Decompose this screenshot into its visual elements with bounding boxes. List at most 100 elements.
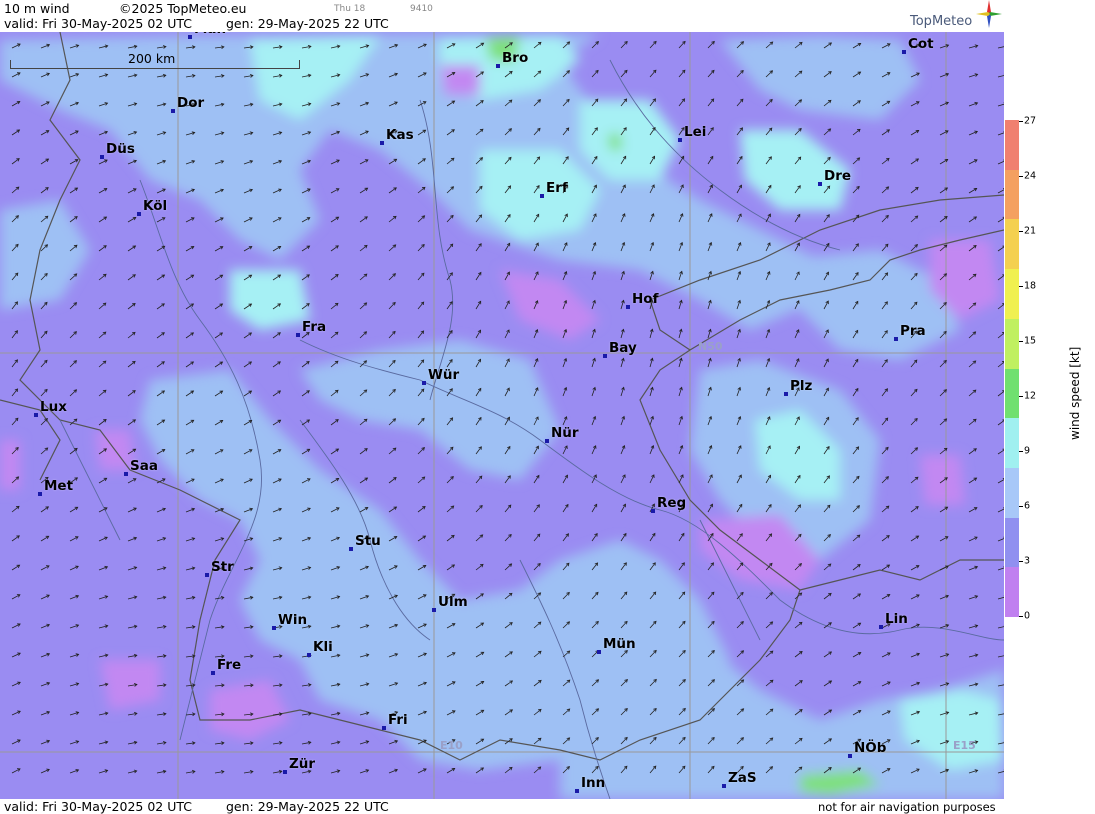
city-label[interactable]: Met xyxy=(44,478,73,494)
code-tag: 9410 xyxy=(410,4,433,14)
city-label[interactable]: ZaS xyxy=(728,770,757,786)
city-label[interactable]: Inn xyxy=(581,775,605,791)
city-dot xyxy=(626,305,630,309)
city-dot xyxy=(171,109,175,113)
city-dot xyxy=(848,754,852,758)
scale-label: 200 km xyxy=(128,51,176,66)
brand-name: TopMeteo xyxy=(910,14,973,29)
generated-time-label: gen: 29-May-2025 22 UTC xyxy=(226,16,389,31)
city-label[interactable]: Fri xyxy=(388,712,408,728)
parameter-label: 10 m wind xyxy=(4,1,70,16)
city-dot xyxy=(349,547,353,551)
legend-tick-mark xyxy=(1019,506,1023,507)
legend-swatch xyxy=(1005,219,1019,270)
city-label[interactable]: Hof xyxy=(632,291,658,307)
city-dot xyxy=(124,472,128,476)
grid-label-e15: E15 xyxy=(953,739,976,752)
city-label[interactable]: Kas xyxy=(386,127,414,143)
legend-tick-mark xyxy=(1019,451,1023,452)
city-dot xyxy=(879,625,883,629)
legend-swatch xyxy=(1005,318,1019,369)
city-label[interactable]: Bay xyxy=(609,340,637,356)
city-dot xyxy=(603,354,607,358)
legend-tick-label: 9 xyxy=(1024,445,1031,457)
legend-swatch xyxy=(1005,120,1019,171)
city-label[interactable]: Reg xyxy=(657,495,686,511)
grid-label-e10: E10 xyxy=(440,739,463,752)
city-dot xyxy=(382,726,386,730)
city-label[interactable]: Fre xyxy=(217,657,241,673)
city-dot xyxy=(540,194,544,198)
city-label[interactable]: Ulm xyxy=(438,594,468,610)
city-dot xyxy=(432,608,436,612)
city-label[interactable]: Stu xyxy=(355,533,381,549)
copyright-label: ©2025 TopMeteo.eu xyxy=(119,1,247,16)
city-label[interactable]: Cot xyxy=(908,36,934,52)
city-label[interactable]: Fra xyxy=(302,319,326,335)
city-dot xyxy=(307,653,311,657)
city-dot xyxy=(205,573,209,577)
wind-map[interactable]: 200 km N50 E10 E15 Man Bro Cot Dor Kas Lei Düs… xyxy=(0,32,1004,799)
city-label[interactable]: Man xyxy=(194,32,226,37)
legend-tick-label: 18 xyxy=(1024,280,1037,292)
city-label[interactable]: NÖb xyxy=(854,740,886,756)
city-label[interactable]: Zür xyxy=(289,756,315,772)
legend-tick-mark xyxy=(1019,341,1023,342)
city-label[interactable]: Düs xyxy=(106,141,135,157)
legend-tick-mark xyxy=(1019,561,1023,562)
city-label[interactable]: Wür xyxy=(428,367,459,383)
city-label[interactable]: Mün xyxy=(603,636,636,652)
city-label[interactable]: Lux xyxy=(40,399,67,415)
city-label[interactable]: Bro xyxy=(502,50,528,66)
day-tag: Thu 18 xyxy=(334,4,366,14)
city-label[interactable]: Köl xyxy=(143,198,167,214)
legend-swatch xyxy=(1005,169,1019,220)
city-label[interactable]: Kli xyxy=(313,639,333,655)
city-label[interactable]: Dre xyxy=(824,168,851,184)
footer-valid-label: valid: Fri 30-May-2025 02 UTC xyxy=(4,799,192,814)
city-dot xyxy=(283,770,287,774)
city-label[interactable]: Erf xyxy=(546,180,568,196)
legend-tick-mark xyxy=(1019,616,1023,617)
city-dot xyxy=(422,381,426,385)
legend-tick-mark xyxy=(1019,231,1023,232)
city-dot xyxy=(902,50,906,54)
city-dot xyxy=(784,392,788,396)
legend-swatch xyxy=(1005,517,1019,568)
legend-tick-label: 27 xyxy=(1024,115,1037,127)
city-dot xyxy=(545,439,549,443)
footer-generated-label: gen: 29-May-2025 22 UTC xyxy=(226,799,389,814)
compass-logo-icon xyxy=(976,0,1002,28)
city-label[interactable]: Win xyxy=(278,612,307,628)
legend-swatch xyxy=(1005,418,1019,469)
city-dot xyxy=(211,671,215,675)
city-label[interactable]: Dor xyxy=(177,95,204,111)
city-dot xyxy=(38,492,42,496)
city-dot xyxy=(137,212,141,216)
city-dot xyxy=(722,784,726,788)
city-label[interactable]: Nür xyxy=(551,425,579,441)
valid-time-label: valid: Fri 30-May-2025 02 UTC xyxy=(4,16,192,31)
legend-tick-label: 6 xyxy=(1024,500,1031,512)
city-label[interactable]: Lin xyxy=(885,611,908,627)
legend-swatch xyxy=(1005,269,1019,320)
city-label[interactable]: Lei xyxy=(684,124,706,140)
legend-tick-label: 15 xyxy=(1024,335,1037,347)
legend-tick-label: 21 xyxy=(1024,225,1037,237)
city-label[interactable]: Str xyxy=(211,559,234,575)
city-label[interactable]: Plz xyxy=(790,378,812,394)
city-dot xyxy=(380,141,384,145)
city-dot xyxy=(272,626,276,630)
city-label[interactable]: Saa xyxy=(130,458,158,474)
legend-tick-mark xyxy=(1019,396,1023,397)
city-dot xyxy=(296,333,300,337)
legend-swatch xyxy=(1005,467,1019,519)
city-label[interactable]: Pra xyxy=(900,323,926,339)
legend-swatch xyxy=(1005,567,1019,618)
grid-label-n50: N50 xyxy=(698,340,723,353)
header-bar: 10 m wind ©2025 TopMeteo.eu Thu 18 9410 … xyxy=(0,0,1004,32)
legend-tick-label: 3 xyxy=(1024,555,1031,567)
legend-tick-label: 12 xyxy=(1024,390,1037,402)
city-dot xyxy=(496,64,500,68)
city-dot xyxy=(597,650,601,654)
